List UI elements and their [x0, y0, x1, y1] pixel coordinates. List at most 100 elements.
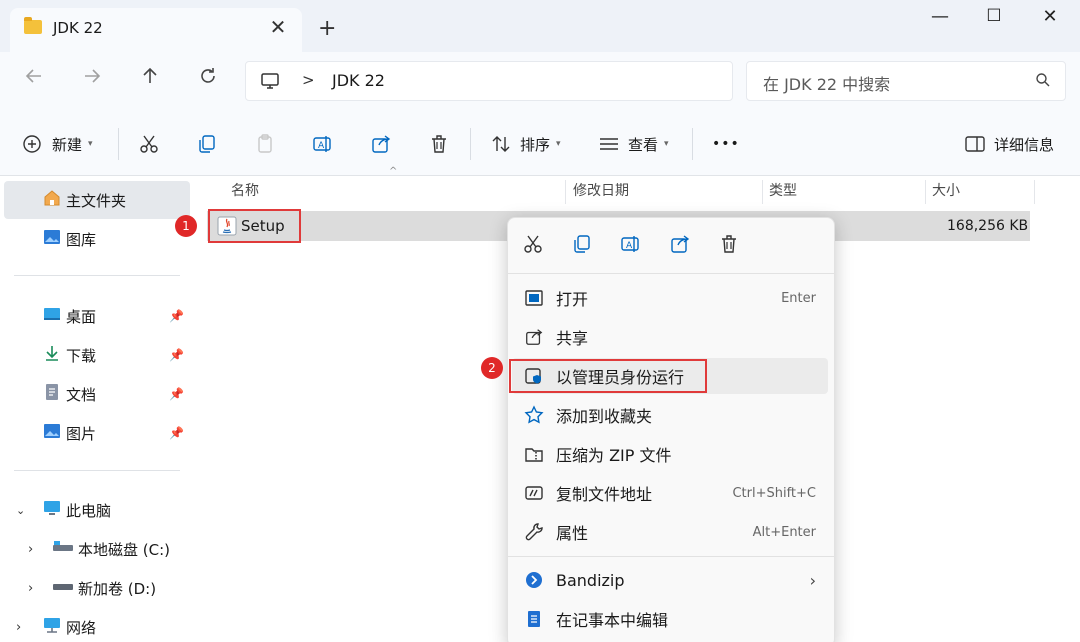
close-window-button[interactable]: ✕: [1030, 6, 1070, 34]
rename-icon: A: [313, 136, 331, 152]
file-name[interactable]: Setup: [241, 217, 285, 235]
sidebar-item-label: 网络: [66, 618, 97, 637]
column-separator[interactable]: [565, 180, 566, 204]
menu-divider: [508, 273, 834, 274]
sidebar-item-home[interactable]: 主文件夹: [4, 181, 190, 219]
menu-item-share[interactable]: 共享: [512, 319, 828, 355]
column-header-modified[interactable]: 修改日期: [573, 180, 629, 200]
toolbar-divider: [470, 128, 471, 160]
tab-jdk22[interactable]: JDK 22 ✕: [10, 8, 302, 52]
menu-item-label: 打开: [556, 290, 589, 309]
notepad-icon: [512, 609, 556, 629]
breadcrumb-jdk22[interactable]: JDK 22: [332, 71, 385, 90]
sidebar-item-label: 图库: [66, 230, 97, 249]
share-icon[interactable]: [667, 233, 693, 259]
drive-d-icon: [52, 576, 76, 600]
chevron-right-icon[interactable]: ›: [28, 542, 52, 557]
share-icon: [512, 327, 556, 347]
menu-divider: [508, 556, 834, 557]
column-header-name[interactable]: 名称: [231, 180, 259, 200]
sidebar-item-drive-c[interactable]: › 本地磁盘 (C:): [4, 530, 190, 568]
share-button[interactable]: [370, 130, 392, 158]
menu-item-properties[interactable]: 属性 Alt+Enter: [512, 514, 828, 550]
column-separator[interactable]: [1034, 180, 1035, 204]
new-tab-button[interactable]: +: [318, 16, 336, 41]
open-icon: [512, 288, 556, 308]
java-setup-icon: [217, 216, 237, 240]
sort-label: 排序: [520, 135, 551, 154]
minimize-button[interactable]: —: [920, 6, 960, 34]
copy-path-icon: [512, 483, 556, 503]
rename-button[interactable]: A: [312, 130, 334, 158]
chevron-down-icon[interactable]: ⌄: [16, 504, 42, 517]
menu-item-label: 添加到收藏夹: [556, 407, 653, 426]
toolbar-divider: [692, 128, 693, 160]
sidebar-item-label: 此电脑: [66, 501, 112, 520]
pin-icon[interactable]: 📌: [169, 348, 184, 362]
sidebar-item-label: 文档: [66, 385, 97, 404]
sidebar-item-documents[interactable]: 文档 📌: [4, 375, 190, 413]
sidebar-item-gallery[interactable]: 图库: [4, 220, 190, 258]
tab-close-icon[interactable]: ✕: [266, 15, 290, 39]
pin-icon[interactable]: 📌: [169, 387, 184, 401]
sidebar-divider: [14, 275, 180, 276]
column-header-type[interactable]: 类型: [769, 180, 797, 200]
cut-scissors-icon[interactable]: [520, 233, 546, 259]
sort-button[interactable]: 排序 ▾: [490, 130, 561, 158]
column-separator[interactable]: [925, 180, 926, 204]
view-label: 查看: [628, 135, 659, 154]
desktop-icon: [42, 304, 64, 328]
sidebar-item-downloads[interactable]: 下载 📌: [4, 336, 190, 374]
up-arrow-icon[interactable]: [134, 66, 166, 96]
sidebar-item-this-pc[interactable]: ⌄ 此电脑: [4, 491, 190, 529]
trash-icon[interactable]: [716, 233, 742, 259]
pin-icon[interactable]: 📌: [169, 309, 184, 323]
more-options-button[interactable]: •••: [712, 130, 740, 158]
sidebar-divider: [14, 470, 180, 471]
copy-icon[interactable]: [569, 233, 595, 259]
menu-item-edit-notepad[interactable]: 在记事本中编辑: [512, 601, 828, 637]
home-icon: [42, 188, 64, 212]
sidebar-item-pictures[interactable]: 图片 📌: [4, 414, 190, 452]
star-icon: [512, 405, 556, 425]
menu-item-bandizip[interactable]: Bandizip ›: [512, 562, 828, 598]
sidebar-item-network[interactable]: › 网络: [4, 608, 190, 642]
copy-button[interactable]: [196, 130, 218, 158]
new-label: 新建: [52, 135, 83, 154]
monitor-icon: [260, 71, 280, 95]
sidebar-item-desktop[interactable]: 桌面 📌: [4, 297, 190, 335]
menu-shortcut: Ctrl+Shift+C: [732, 485, 816, 501]
maximize-button[interactable]: ☐: [974, 6, 1014, 34]
back-arrow-icon[interactable]: [18, 66, 50, 96]
address-bar[interactable]: > JDK 22: [245, 61, 733, 101]
chevron-right-icon[interactable]: ›: [28, 581, 52, 596]
chevron-down-icon: ▾: [88, 139, 93, 149]
sidebar-item-label: 图片: [66, 424, 97, 443]
menu-item-copy-path[interactable]: 复制文件地址 Ctrl+Shift+C: [512, 475, 828, 511]
paste-button[interactable]: [254, 130, 276, 158]
search-box[interactable]: 在 JDK 22 中搜索: [746, 61, 1066, 101]
documents-icon: [42, 382, 64, 406]
rename-icon[interactable]: A: [618, 233, 644, 259]
search-placeholder: 在 JDK 22 中搜索: [763, 75, 891, 94]
menu-item-open[interactable]: 打开 Enter: [512, 280, 828, 316]
bandizip-icon: [512, 570, 556, 590]
menu-item-add-favorites[interactable]: 添加到收藏夹: [512, 397, 828, 433]
cut-button[interactable]: [138, 130, 160, 158]
refresh-icon[interactable]: [192, 66, 224, 96]
tab-title: JDK 22: [53, 19, 103, 37]
step-badge-1: 1: [175, 215, 197, 237]
column-separator[interactable]: [762, 180, 763, 204]
pin-icon[interactable]: 📌: [169, 426, 184, 440]
step-badge-2: 2: [481, 357, 503, 379]
details-pane-button[interactable]: 详细信息: [964, 130, 1054, 158]
download-icon: [42, 343, 64, 367]
forward-arrow-icon[interactable]: [76, 66, 108, 96]
delete-button[interactable]: [428, 130, 450, 158]
column-header-size[interactable]: 大小: [932, 180, 960, 200]
chevron-right-icon[interactable]: ›: [16, 620, 42, 635]
new-button[interactable]: 新建 ▾: [22, 130, 93, 158]
sidebar-item-drive-d[interactable]: › 新加卷 (D:): [4, 569, 190, 607]
view-button[interactable]: 查看 ▾: [598, 130, 669, 158]
menu-item-compress-zip[interactable]: 压缩为 ZIP 文件: [512, 436, 828, 472]
